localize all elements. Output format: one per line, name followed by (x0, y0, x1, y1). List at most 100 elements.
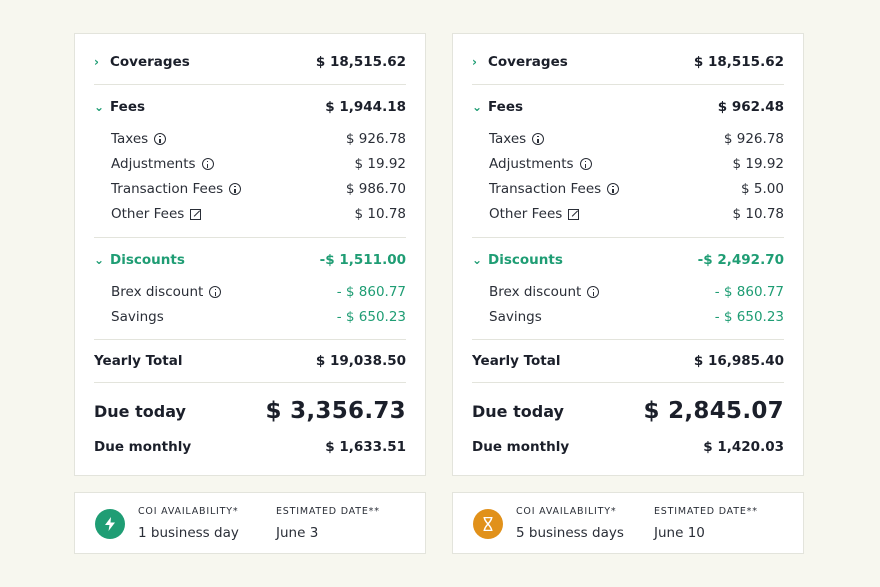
chevron-right-icon[interactable]: › (472, 55, 488, 69)
info-icon[interactable] (209, 286, 222, 298)
chevron-down-icon[interactable]: ⌄ (94, 253, 110, 267)
fee-label: Transaction Fees (111, 181, 224, 197)
fee-item-transaction-fees: Transaction Fees $ 5.00 (489, 181, 784, 197)
fees-row[interactable]: ⌄ Fees $ 962.48 (472, 99, 784, 115)
fees-row[interactable]: ⌄ Fees $ 1,944.18 (94, 99, 406, 115)
fee-label: Other Fees (111, 206, 185, 222)
discounts-row[interactable]: ⌄ Discounts -$ 1,511.00 (94, 252, 406, 268)
estimated-date-value: June 3 (276, 525, 319, 541)
discount-value: - $ 860.77 (336, 284, 406, 300)
info-icon[interactable] (587, 286, 600, 298)
fee-value: $ 19.92 (354, 156, 406, 172)
price-summary-card-left: › Coverages $ 18,515.62 ⌄ Fees $ 1,944.18 … (74, 33, 426, 476)
estimated-date: ESTIMATED DATE** June 10 (654, 506, 758, 541)
fee-value: $ 10.78 (354, 206, 406, 222)
discount-value: - $ 860.77 (714, 284, 784, 300)
divider (94, 339, 406, 340)
discount-item-brex: Brex discount - $ 860.77 (111, 284, 406, 300)
discounts-row[interactable]: ⌄ Discounts -$ 2,492.70 (472, 252, 784, 268)
coverages-row[interactable]: › Coverages $ 18,515.62 (472, 54, 784, 70)
due-monthly-row: Due monthly $ 1,420.03 (472, 439, 784, 455)
info-icon[interactable] (201, 158, 214, 170)
fee-label: Other Fees (489, 206, 563, 222)
divider (472, 237, 784, 238)
price-summary-card-right: › Coverages $ 18,515.62 ⌄ Fees $ 962.48 Ta… (452, 33, 804, 476)
fee-item-adjustments: Adjustments $ 19.92 (489, 156, 784, 172)
fee-value: $ 926.78 (345, 131, 406, 147)
fee-item-adjustments: Adjustments $ 19.92 (111, 156, 406, 172)
fee-label: Taxes (111, 131, 149, 147)
coverages-label: Coverages (110, 54, 190, 70)
yearly-total-label: Yearly Total (94, 353, 183, 369)
chevron-down-icon[interactable]: ⌄ (472, 100, 488, 114)
fee-value: $ 986.70 (345, 181, 406, 197)
coi-availability-value: 1 business day (138, 525, 239, 541)
discount-label: Brex discount (111, 284, 204, 300)
due-monthly-label: Due monthly (472, 439, 570, 455)
discounts-label: Discounts (110, 252, 185, 268)
divider (472, 339, 784, 340)
info-icon[interactable] (229, 183, 242, 195)
due-monthly-value: $ 1,420.03 (703, 439, 784, 455)
chevron-right-icon[interactable]: › (94, 55, 110, 69)
external-link-icon[interactable] (190, 208, 202, 220)
discount-item-brex: Brex discount - $ 860.77 (489, 284, 784, 300)
discount-label: Savings (489, 309, 542, 325)
due-today-value: $ 2,845.07 (643, 398, 784, 424)
due-today-row: Due today $ 3,356.73 (94, 398, 406, 424)
discount-item-savings: Savings - $ 650.23 (489, 309, 784, 325)
coverages-value: $ 18,515.62 (315, 54, 406, 70)
discount-label: Brex discount (489, 284, 582, 300)
info-icon[interactable] (154, 133, 167, 145)
yearly-total-label: Yearly Total (472, 353, 561, 369)
fee-value: $ 10.78 (732, 206, 784, 222)
estimated-date-label: ESTIMATED DATE** (276, 506, 380, 517)
coi-availability-value: 5 business days (516, 525, 624, 541)
hourglass-icon (473, 509, 503, 539)
coi-info-card-left: COI AVAILABILITY* 1 business day ESTIMAT… (74, 492, 426, 554)
coi-info-card-right: COI AVAILABILITY* 5 business days ESTIMA… (452, 492, 804, 554)
due-today-label: Due today (472, 401, 564, 421)
discount-item-savings: Savings - $ 650.23 (111, 309, 406, 325)
fees-label: Fees (488, 99, 524, 115)
discount-value: - $ 650.23 (714, 309, 784, 325)
discount-value: - $ 650.23 (336, 309, 406, 325)
chevron-down-icon[interactable]: ⌄ (472, 253, 488, 267)
fee-item-other-fees: Other Fees $ 10.78 (111, 206, 406, 222)
info-icon[interactable] (532, 133, 545, 145)
coi-availability: COI AVAILABILITY* 1 business day (138, 506, 239, 541)
fee-label: Taxes (489, 131, 527, 147)
info-icon[interactable] (579, 158, 592, 170)
divider (94, 84, 406, 85)
estimated-date-label: ESTIMATED DATE** (654, 506, 758, 517)
info-icon[interactable] (607, 183, 620, 195)
fees-value: $ 962.48 (717, 99, 784, 115)
divider (94, 382, 406, 383)
fee-value: $ 5.00 (741, 181, 784, 197)
yearly-total-row: Yearly Total $ 16,985.40 (472, 353, 784, 369)
divider (94, 237, 406, 238)
due-today-row: Due today $ 2,845.07 (472, 398, 784, 424)
yearly-total-row: Yearly Total $ 19,038.50 (94, 353, 406, 369)
coverages-label: Coverages (488, 54, 568, 70)
fees-value: $ 1,944.18 (325, 99, 406, 115)
due-monthly-label: Due monthly (94, 439, 192, 455)
divider (472, 84, 784, 85)
yearly-total-value: $ 19,038.50 (315, 353, 406, 369)
yearly-total-value: $ 16,985.40 (693, 353, 784, 369)
fees-label: Fees (110, 99, 146, 115)
lightning-icon (95, 509, 125, 539)
fee-item-transaction-fees: Transaction Fees $ 986.70 (111, 181, 406, 197)
divider (472, 382, 784, 383)
due-today-value: $ 3,356.73 (265, 398, 406, 424)
discounts-label: Discounts (488, 252, 563, 268)
fee-label: Adjustments (111, 156, 196, 172)
chevron-down-icon[interactable]: ⌄ (94, 100, 110, 114)
fee-label: Adjustments (489, 156, 574, 172)
estimated-date-value: June 10 (654, 525, 705, 541)
due-monthly-value: $ 1,633.51 (325, 439, 406, 455)
fee-item-taxes: Taxes $ 926.78 (111, 131, 406, 147)
coverages-row[interactable]: › Coverages $ 18,515.62 (94, 54, 406, 70)
fee-item-taxes: Taxes $ 926.78 (489, 131, 784, 147)
external-link-icon[interactable] (568, 208, 580, 220)
